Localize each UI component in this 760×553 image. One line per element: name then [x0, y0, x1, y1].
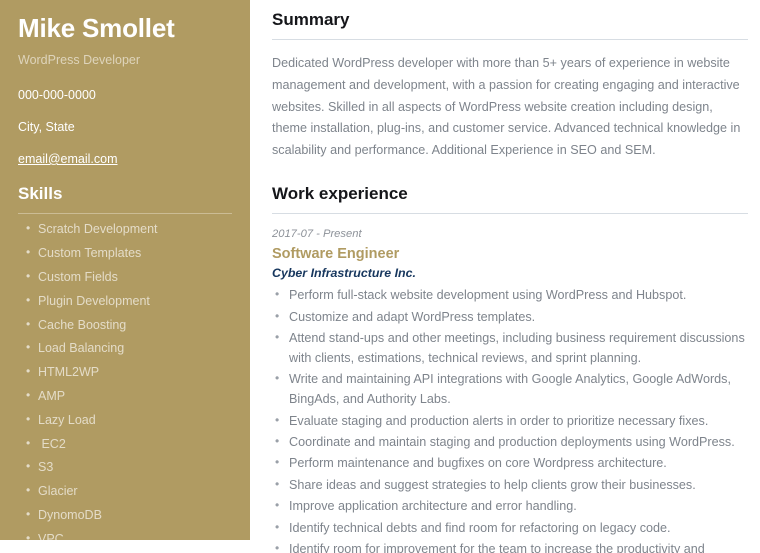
work-experience-heading: Work experience	[272, 183, 408, 203]
list-item: Load Balancing	[18, 340, 232, 357]
list-item: Evaluate staging and production alerts i…	[272, 411, 748, 432]
list-item: S3	[18, 459, 232, 476]
skills-list: Scratch Development Custom Templates Cus…	[18, 221, 232, 540]
list-item: Identify room for improvement for the te…	[272, 539, 748, 553]
contact-email-link[interactable]: email@email.com	[18, 152, 232, 167]
list-item: Coordinate and maintain staging and prod…	[272, 432, 748, 453]
job-duties-list: Perform full-stack website development u…	[272, 285, 748, 553]
list-item: Lazy Load	[18, 412, 232, 429]
candidate-job-subtitle: WordPress Developer	[18, 52, 141, 67]
list-item: Custom Fields	[18, 269, 232, 286]
main-content: Summary Dedicated WordPress developer wi…	[250, 0, 760, 553]
list-item: Scratch Development	[18, 221, 232, 238]
list-item: Share ideas and suggest strategies to he…	[272, 475, 748, 496]
sidebar: Mike Smollet WordPress Developer 000-000…	[0, 0, 250, 540]
list-item: Attend stand-ups and other meetings, inc…	[272, 328, 748, 369]
summary-divider	[272, 39, 748, 41]
list-item: Cache Boosting	[18, 317, 232, 334]
resume-document: Mike Smollet WordPress Developer 000-000…	[0, 0, 760, 553]
contact-location: City, State	[18, 119, 75, 134]
contact-phone: 000-000-0000	[18, 87, 96, 102]
list-item: EC2	[18, 436, 232, 453]
work-experience-divider	[272, 213, 748, 215]
skills-divider	[18, 213, 232, 215]
summary-heading: Summary	[272, 10, 350, 29]
skills-heading: Skills	[18, 183, 63, 203]
list-item: Write and maintaining API integrations w…	[272, 369, 748, 410]
list-item: Plugin Development	[18, 293, 232, 310]
list-item: Improve application architecture and err…	[272, 496, 748, 517]
list-item: Identify technical debts and find room f…	[272, 518, 748, 539]
sidebar-content: Mike Smollet WordPress Developer 000-000…	[0, 13, 250, 540]
summary-paragraph: Dedicated WordPress developer with more …	[272, 56, 741, 158]
list-item: HTML2WP	[18, 364, 232, 381]
list-item: Customize and adapt WordPress templates.	[272, 307, 748, 328]
list-item: Glacier	[18, 483, 232, 500]
list-item: Custom Templates	[18, 245, 232, 262]
list-item: AMP	[18, 388, 232, 405]
job-title: Software Engineer	[272, 245, 400, 262]
job-dates: 2017-07 - Present	[272, 228, 362, 241]
list-item: Perform full-stack website development u…	[272, 285, 748, 306]
job-entry: 2017-07 - Present Software Engineer Cybe…	[272, 227, 748, 553]
candidate-name: Mike Smollet	[18, 13, 175, 43]
list-item: VPC	[18, 531, 232, 540]
list-item: Perform maintenance and bugfixes on core…	[272, 453, 748, 474]
list-item: DynomoDB	[18, 507, 232, 524]
job-company: Cyber Infrastructure Inc.	[272, 265, 416, 280]
